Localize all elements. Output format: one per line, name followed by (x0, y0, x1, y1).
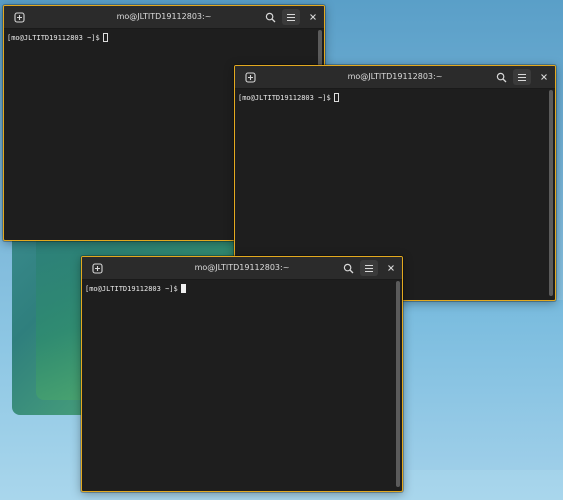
close-icon (387, 264, 395, 272)
text-cursor (102, 33, 108, 42)
hamburger-menu-icon (286, 13, 296, 22)
terminal-window-3[interactable]: mo@JLTITD19112803:~ [mo@JLTITD19112803 ~… (81, 256, 403, 492)
search-button[interactable] (339, 260, 357, 276)
scrollbar[interactable] (549, 90, 553, 296)
hamburger-menu-icon (517, 73, 527, 82)
close-icon (309, 13, 317, 21)
terminal-prompt-line[interactable]: [mo@JLTITD19112803 ~]$ (7, 33, 108, 42)
search-icon (496, 72, 507, 83)
prompt-text: [mo@JLTITD19112803 ~]$ (238, 94, 331, 102)
new-tab-button[interactable] (88, 260, 106, 276)
new-tab-button[interactable] (10, 9, 28, 25)
search-button[interactable] (261, 9, 279, 25)
search-icon (343, 263, 354, 274)
new-tab-icon (244, 71, 256, 83)
scrollbar[interactable] (396, 281, 400, 487)
close-button[interactable] (535, 69, 553, 85)
prompt-text: [mo@JLTITD19112803 ~]$ (85, 285, 178, 293)
search-icon (265, 12, 276, 23)
terminal-prompt-line[interactable]: [mo@JLTITD19112803 ~]$ (85, 284, 186, 293)
text-cursor (333, 93, 339, 102)
hamburger-menu-icon (364, 264, 374, 273)
text-cursor (180, 284, 186, 293)
close-icon (540, 73, 548, 81)
menu-button[interactable] (282, 9, 300, 25)
new-tab-icon (13, 11, 25, 23)
title-bar[interactable]: mo@JLTITD19112803:~ (235, 66, 555, 89)
new-tab-icon (91, 262, 103, 274)
title-bar[interactable]: mo@JLTITD19112803:~ (4, 6, 324, 29)
title-bar[interactable]: mo@JLTITD19112803:~ (82, 257, 402, 280)
menu-button[interactable] (360, 260, 378, 276)
close-button[interactable] (304, 9, 322, 25)
menu-button[interactable] (513, 69, 531, 85)
close-button[interactable] (382, 260, 400, 276)
terminal-prompt-line[interactable]: [mo@JLTITD19112803 ~]$ (238, 93, 339, 102)
search-button[interactable] (492, 69, 510, 85)
new-tab-button[interactable] (241, 69, 259, 85)
prompt-text: [mo@JLTITD19112803 ~]$ (7, 34, 100, 42)
